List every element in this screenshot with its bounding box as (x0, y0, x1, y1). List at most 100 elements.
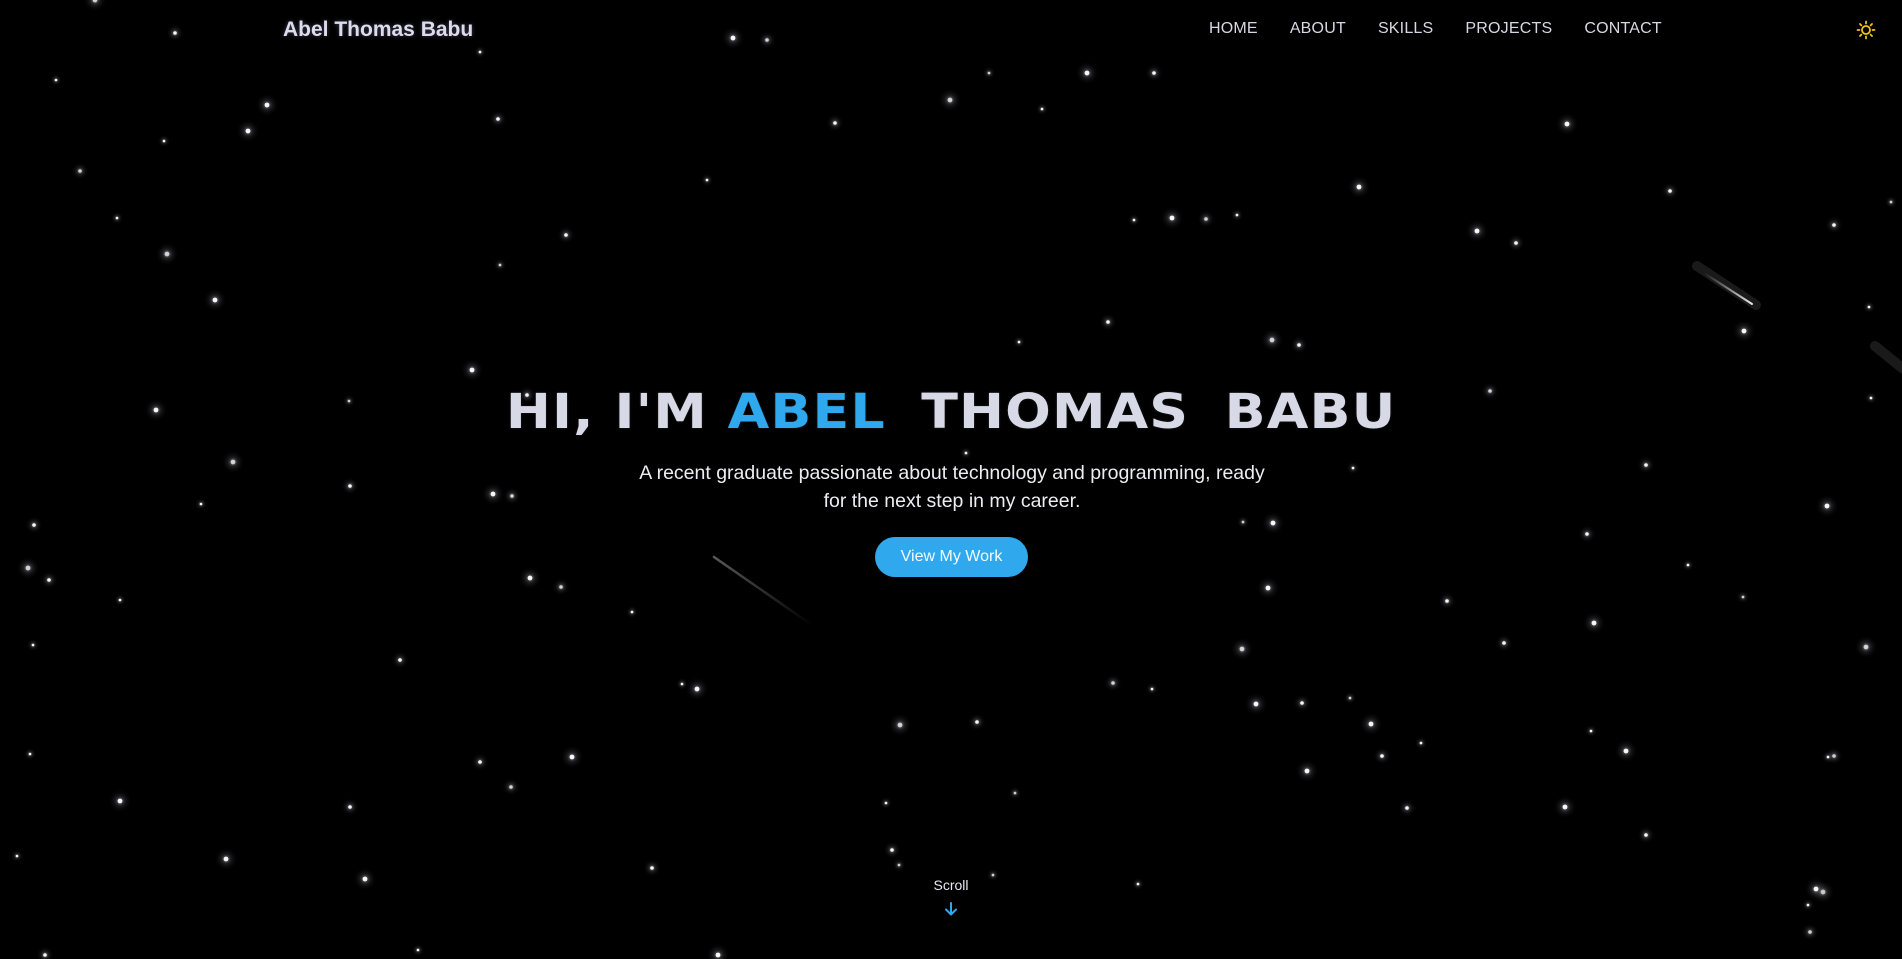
star (1564, 121, 1570, 127)
star (1265, 585, 1271, 591)
star (478, 50, 482, 54)
star (1270, 520, 1276, 526)
star (348, 805, 352, 809)
star (890, 848, 894, 852)
star (115, 216, 119, 220)
star (987, 71, 991, 75)
view-my-work-button[interactable]: View My Work (875, 537, 1028, 577)
star (1686, 563, 1690, 567)
star (1348, 696, 1352, 700)
brand-logo[interactable]: Abel Thomas Babu (283, 18, 473, 42)
star (1239, 646, 1245, 652)
star (31, 643, 35, 647)
star (264, 102, 270, 108)
star (1808, 930, 1812, 934)
star (1867, 305, 1871, 309)
nav-projects[interactable]: PROJECTS (1465, 20, 1552, 38)
star (765, 38, 769, 42)
star (1514, 241, 1518, 245)
star (43, 953, 47, 957)
star (1668, 189, 1672, 193)
star (230, 459, 236, 465)
star (1136, 882, 1140, 886)
star (199, 502, 203, 506)
star (1304, 768, 1310, 774)
star (1150, 687, 1154, 691)
star (1623, 748, 1629, 754)
star (1644, 463, 1648, 467)
star (362, 876, 368, 882)
hero-section: Abel Thomas Babu HOME ABOUT SKILLS PROJE… (0, 0, 1902, 959)
star (527, 575, 533, 581)
star (564, 233, 568, 237)
star (991, 873, 995, 877)
star (650, 866, 654, 870)
theme-toggle-button[interactable] (1856, 20, 1876, 40)
nav-about[interactable]: ABOUT (1290, 20, 1346, 38)
star (509, 785, 513, 789)
star (416, 948, 420, 952)
star (1419, 741, 1423, 745)
nav-contact[interactable]: CONTACT (1584, 20, 1662, 38)
star (212, 297, 218, 303)
star (118, 598, 122, 602)
shooting-star-2 (1870, 341, 1902, 373)
star (1017, 340, 1021, 344)
star (1741, 595, 1745, 599)
star (510, 494, 514, 498)
star (569, 754, 575, 760)
star (1806, 903, 1810, 907)
main-nav: HOME ABOUT SKILLS PROJECTS CONTACT (1209, 20, 1662, 38)
star (1040, 107, 1044, 111)
star (1169, 215, 1175, 221)
star (1013, 791, 1017, 795)
hero-name-accent: ABEL (727, 384, 886, 440)
star (1152, 71, 1156, 75)
star (1111, 681, 1115, 685)
star (28, 752, 32, 756)
star (1380, 754, 1384, 758)
star (223, 856, 229, 862)
star (897, 722, 903, 728)
star (1368, 721, 1374, 727)
star (1826, 755, 1830, 759)
star (1591, 620, 1597, 626)
star (173, 31, 177, 35)
star (32, 523, 36, 527)
star (884, 801, 888, 805)
nav-home[interactable]: HOME (1209, 20, 1258, 38)
star (496, 117, 500, 121)
star (1084, 70, 1090, 76)
star (47, 578, 51, 582)
nav-skills[interactable]: SKILLS (1378, 20, 1433, 38)
arrow-down-icon[interactable] (943, 901, 959, 917)
scroll-label[interactable]: Scroll (925, 877, 977, 893)
star (1297, 343, 1301, 347)
star (1405, 806, 1409, 810)
star (25, 565, 31, 571)
star (1204, 217, 1208, 221)
star (469, 367, 475, 373)
star (1832, 223, 1836, 227)
shooting-star-3 (712, 555, 814, 627)
star (715, 952, 721, 958)
star (478, 760, 482, 764)
star (694, 686, 700, 692)
star (398, 658, 402, 662)
star (1356, 184, 1362, 190)
star (964, 451, 968, 455)
hero-subtitle: A recent graduate passionate about techn… (620, 459, 1284, 515)
star (164, 251, 170, 257)
star (162, 139, 166, 143)
star (1813, 886, 1819, 892)
star (1300, 701, 1304, 705)
hero-name-middle: THOMAS (921, 384, 1190, 440)
star (1269, 337, 1275, 343)
star (1589, 729, 1593, 733)
star (897, 863, 901, 867)
star (1351, 466, 1355, 470)
hero-name-last: BABU (1224, 384, 1397, 440)
star (1132, 218, 1136, 222)
star (1235, 213, 1239, 217)
star (1445, 599, 1449, 603)
